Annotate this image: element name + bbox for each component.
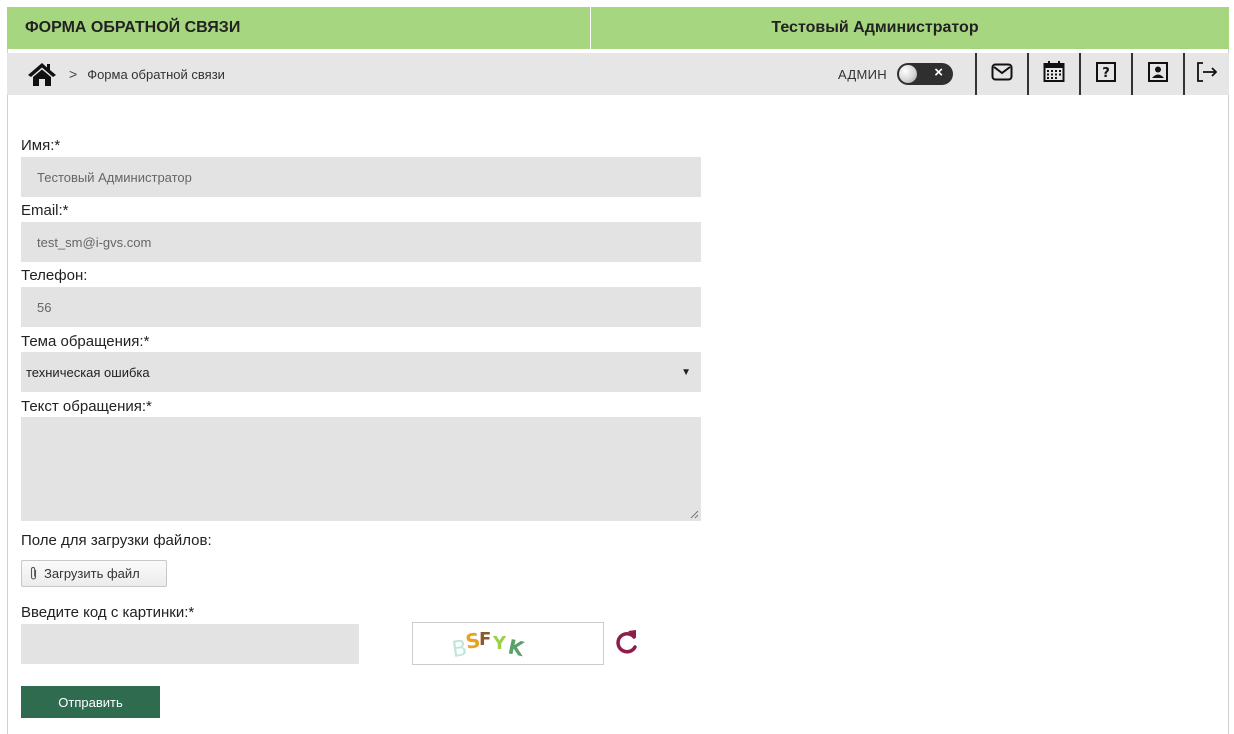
logout-button[interactable] (1183, 53, 1229, 95)
topic-select[interactable]: техническая ошибка ▼ (21, 352, 701, 392)
name-value: Тестовый Администратор (37, 169, 192, 185)
refresh-captcha-icon[interactable] (614, 628, 640, 661)
toggle-knob (899, 65, 917, 83)
message-textarea[interactable] (21, 417, 701, 521)
profile-button[interactable] (1131, 53, 1183, 95)
close-icon: × (934, 64, 943, 81)
email-field[interactable]: test_sm@i-gvs.com (21, 222, 701, 262)
submit-button[interactable]: Отправить (21, 686, 160, 718)
calendar-icon (1043, 60, 1065, 88)
upload-label: Поле для загрузки файлов: (21, 532, 212, 549)
topic-value: техническая ошибка (26, 364, 150, 380)
breadcrumb-separator: > (69, 66, 78, 82)
upload-button-label: Загрузить файл (44, 566, 140, 581)
captcha-image: B S F Y K (412, 622, 604, 665)
svg-text:Y: Y (492, 633, 507, 654)
toolbar: АДМИН × ? (838, 53, 1229, 95)
email-label: Email:* (21, 202, 69, 219)
text-label: Текст обращения:* (21, 398, 152, 415)
breadcrumb-current: Форма обратной связи (87, 66, 225, 82)
admin-toggle[interactable]: × (897, 63, 953, 85)
captcha-label: Введите код с картинки:* (21, 604, 195, 621)
user-name: Тестовый Администратор (771, 19, 979, 36)
name-field[interactable]: Тестовый Администратор (21, 157, 701, 197)
help-icon: ? (1096, 61, 1116, 87)
home-icon[interactable] (27, 61, 57, 87)
phone-value: 56 (37, 299, 52, 315)
email-value: test_sm@i-gvs.com (37, 234, 152, 250)
phone-label: Телефон: (21, 267, 88, 284)
breadcrumb: > Форма обратной связи АДМИН × ? (7, 53, 1229, 95)
profile-icon (1148, 61, 1168, 87)
logout-icon (1196, 61, 1218, 88)
paperclip-icon (29, 566, 38, 581)
help-button[interactable]: ? (1079, 53, 1131, 95)
resize-grip-icon[interactable] (689, 509, 699, 519)
name-label: Имя:* (21, 137, 61, 154)
topic-label: Тема обращения:* (21, 333, 150, 350)
role-label: АДМИН (838, 66, 887, 82)
svg-text:?: ? (1102, 66, 1110, 81)
phone-field[interactable]: 56 (21, 287, 701, 327)
calendar-button[interactable] (1027, 53, 1079, 95)
header-bar: ФОРМА ОБРАТНОЙ СВЯЗИ Тестовый Администра… (7, 7, 1229, 49)
app-title: ФОРМА ОБРАТНОЙ СВЯЗИ (7, 7, 591, 49)
mail-button[interactable] (975, 53, 1027, 95)
mail-icon (991, 63, 1013, 86)
captcha-input[interactable] (21, 624, 359, 664)
svg-text:F: F (479, 629, 491, 650)
chevron-down-icon: ▼ (681, 366, 691, 378)
svg-text:K: K (506, 634, 528, 661)
upload-file-button[interactable]: Загрузить файл (21, 560, 167, 587)
